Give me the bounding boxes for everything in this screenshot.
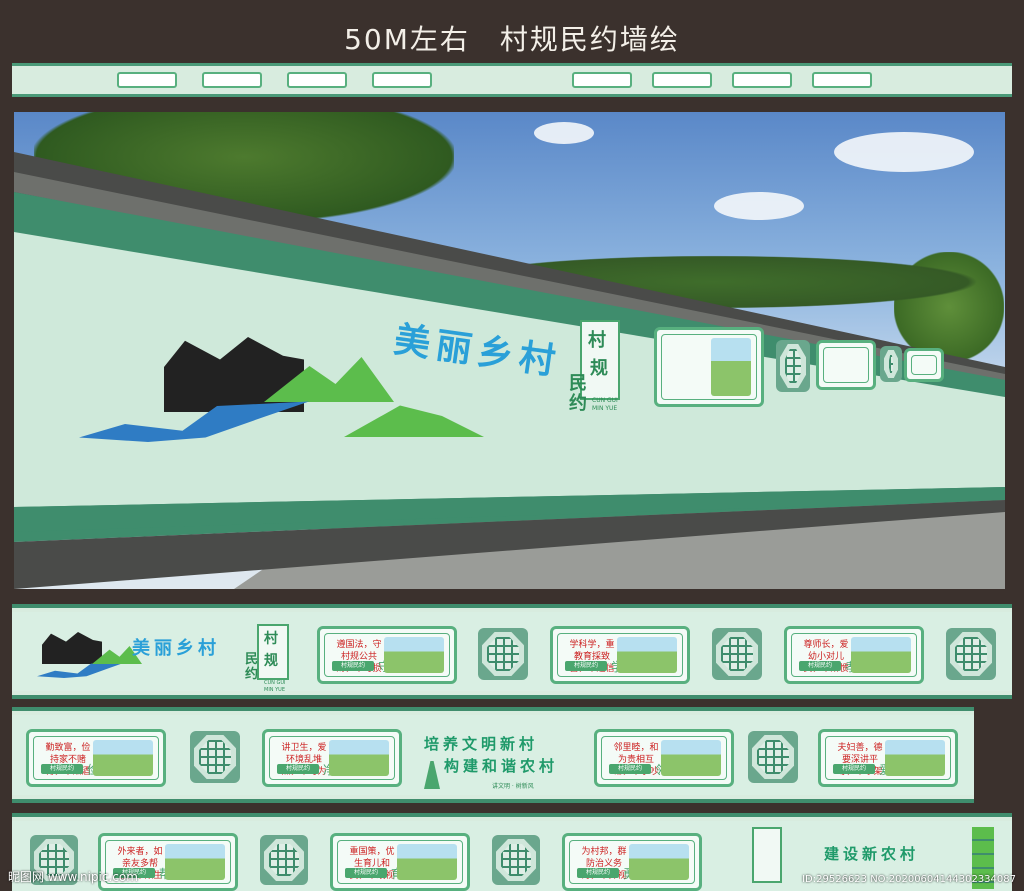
- rule-tag: 村规民约: [41, 764, 83, 774]
- watermark-left: 昵图网 www.nipic.com: [8, 870, 138, 884]
- rule-illustration: [617, 637, 677, 673]
- rule-panel: 学科学，重教育採致富，不迷信 村规民约 学: [550, 626, 690, 684]
- strip3-logo: [752, 827, 782, 883]
- rule-illustration: [851, 637, 911, 673]
- rule-tag: 村规民约: [799, 661, 841, 671]
- logo-char: 村: [264, 631, 278, 647]
- thumb-mini-panel: [732, 72, 792, 88]
- logo-char: 约: [245, 667, 259, 682]
- banner-line-1: 培养文明新村: [424, 735, 539, 753]
- scene-panel: [816, 340, 876, 390]
- logo-char: 规: [590, 358, 608, 379]
- lattice-window: [190, 731, 240, 783]
- rule-illustration: [329, 740, 389, 776]
- logo-char: 村: [588, 330, 606, 351]
- watermark-right: ID:29526623 NO:20200604144302334087: [802, 874, 1016, 885]
- logo-pinyin: CUN GUI: [264, 680, 286, 686]
- thumb-mini-panel: [287, 72, 347, 88]
- rule-panel: 夫妇善，德要深讲平等，不吵架 村规民约 爱: [818, 729, 958, 787]
- thumb-mini-panel: [202, 72, 262, 88]
- rule-tag: 村规民约: [345, 868, 387, 878]
- thumb-mini-panel: [812, 72, 872, 88]
- rule-illustration: [661, 740, 721, 776]
- strip1-logo: 村 规: [257, 624, 289, 680]
- rule-illustration: [397, 844, 457, 880]
- logo-char: 约: [569, 393, 587, 414]
- scene-logo-min-yue: 民 约: [569, 374, 587, 414]
- rule-panel: 为村邦，群防治义务为，不奔视 村规民约 勇: [562, 833, 702, 891]
- lattice-window: [492, 835, 540, 885]
- strip1-slogan: 美丽乡村: [132, 638, 220, 659]
- rule-tag: 村规民约: [565, 661, 607, 671]
- lattice-window: [946, 628, 996, 680]
- lattice-window: [478, 628, 528, 680]
- lattice-window: [712, 628, 762, 680]
- artwork-canvas: 50M左右 村规民约墙绘 美丽乡村 村 规 民 约 CUN GUI MIN YU…: [0, 0, 1024, 891]
- rule-illustration: [629, 844, 689, 880]
- flat-strip-1: 美丽乡村 村 规 民 约 CUN GUI MIN YUE 遵国法，守村规公共财，…: [12, 604, 1012, 699]
- rule-illustration: [165, 844, 225, 880]
- rule-panel: 重国策，优生育儿和女，不歧视 村规民约 育: [330, 833, 470, 891]
- scene-panel: [904, 348, 944, 382]
- rule-panel: 邻里睦，和为贵相互帮，不争吵 村规民约 邻: [594, 729, 734, 787]
- banner-line-2: 构建和谐农村: [444, 757, 559, 775]
- lattice-window: [880, 346, 902, 382]
- lattice-window: [776, 340, 810, 392]
- logo-char: 规: [264, 653, 278, 669]
- strip3-banner: 建设新农村: [824, 845, 920, 863]
- rule-illustration: [384, 637, 444, 673]
- thumb-mini-panel: [117, 72, 177, 88]
- rule-illustration: [93, 740, 153, 776]
- flat-strip-2: 勤致富，俭持家不赌博，不酗酒 村规民约 俭 讲卫生，爱环境乱堆点，不可为 村规民…: [12, 707, 974, 803]
- rule-tag: 村规民约: [577, 868, 619, 878]
- rule-tag: 村规民约: [609, 764, 651, 774]
- lattice-window: [260, 835, 308, 885]
- rule-panel: 勤致富，俭持家不赌博，不酗酒 村规民约 俭: [26, 729, 166, 787]
- lattice-window: [748, 731, 798, 783]
- strip1-logo-min-yue: 民 约: [245, 652, 258, 682]
- logo-pinyin: MIN YUE: [592, 405, 618, 412]
- logo-char: 民: [569, 373, 587, 394]
- rule-panel: 遵国法，守村规公共财，不可损 村规民约 守: [317, 626, 457, 684]
- rule-tag: 村规民约: [833, 764, 875, 774]
- logo-char: 民: [245, 652, 259, 667]
- thumb-mini-panel: [572, 72, 632, 88]
- page-title: 50M左右 村规民约墙绘: [344, 23, 680, 56]
- logo-pinyin: MIN YUE: [264, 687, 285, 693]
- rule-tag: 村规民约: [332, 661, 374, 671]
- logo-pinyin: CUN GUI: [592, 397, 618, 404]
- rule-illustration: [885, 740, 945, 776]
- scene-panel: [654, 327, 764, 407]
- rule-tag: 村规民约: [277, 764, 319, 774]
- thumb-mini-panel: [652, 72, 712, 88]
- thumb-mini-panel: [372, 72, 432, 88]
- thumbnail-strip: [12, 63, 1012, 97]
- scene-rendering: 美丽乡村 村 规 民 约 CUN GUI MIN YUE: [14, 112, 1005, 589]
- banner-small: 讲文明 · 树新风: [492, 783, 534, 790]
- rule-panel: 尊师长，爱幼小对儿女，不娇惯 村规民约 孝: [784, 626, 924, 684]
- rule-panel: 讲卫生，爱环境乱堆点，不可为 村规民约 净: [262, 729, 402, 787]
